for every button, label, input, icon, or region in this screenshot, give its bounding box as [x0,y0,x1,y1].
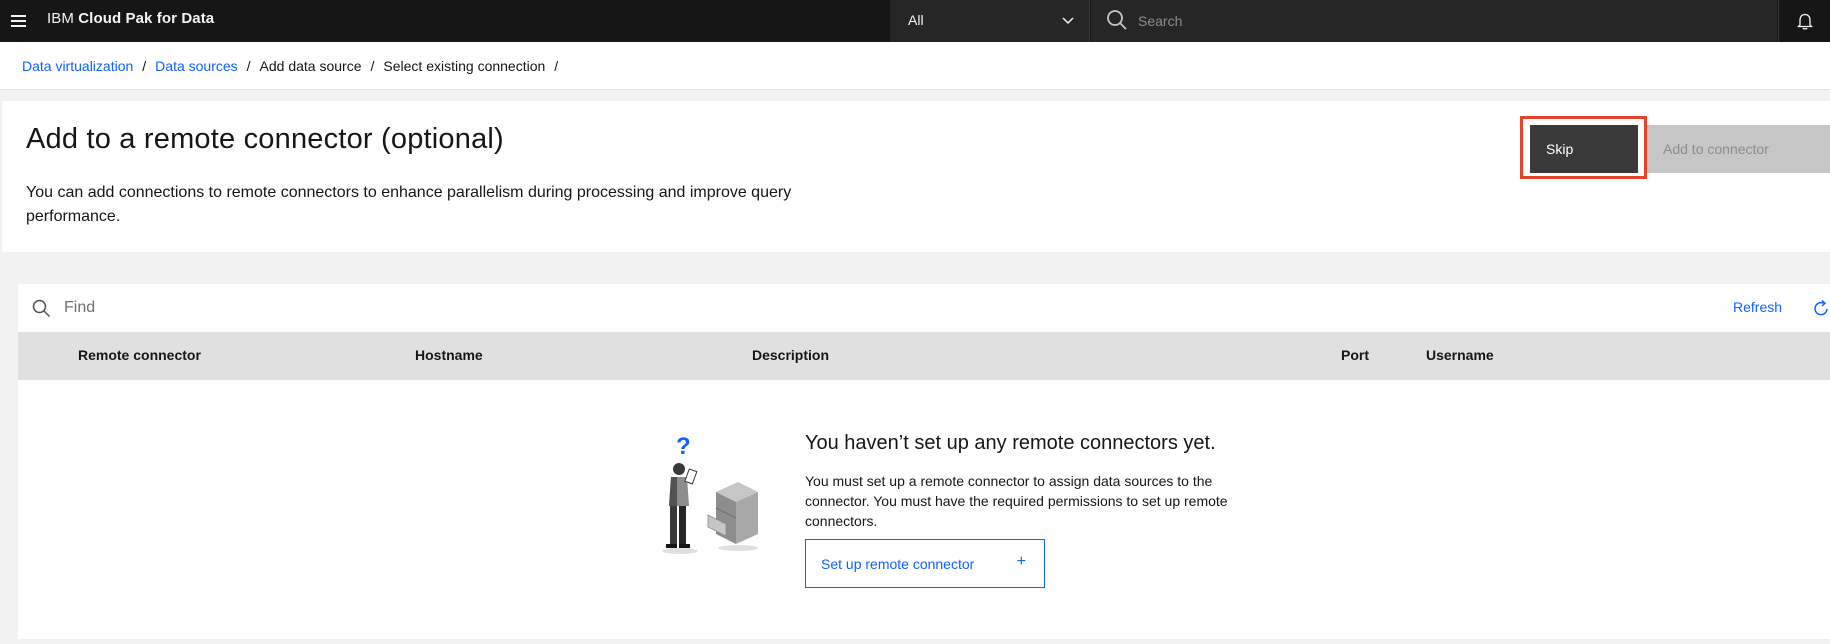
breadcrumb-separator: / [142,58,147,74]
menu-icon[interactable] [6,9,30,33]
bell-icon [1796,13,1813,30]
remote-connector-table: Refresh Remote connector Hostname Descri… [18,284,1830,639]
brand-prefix: IBM [47,10,74,27]
empty-state-body: You must set up a remote connector to as… [805,473,1228,529]
chevron-down-icon [1062,17,1074,25]
breadcrumb-select-existing-connection: Select existing connection [383,58,546,74]
breadcrumb-separator: / [370,58,375,74]
breadcrumb-bar: Data virtualization / Data sources / Add… [0,42,1830,90]
column-header-port[interactable]: Port [1341,347,1369,363]
search-icon [1107,10,1127,30]
top-navigation-bar: IBM Cloud Pak for Data All [0,0,1830,42]
column-header-remote-connector[interactable]: Remote connector [78,347,201,363]
search-input[interactable] [1138,8,1738,34]
empty-state: ? You haven’t set up any remote connecto… [18,380,1830,639]
refresh-icon[interactable] [1813,298,1830,318]
breadcrumb-data-virtualization[interactable]: Data virtualization [22,58,133,74]
search-scope-dropdown[interactable]: All [890,0,1090,42]
page-header: Add to a remote connector (optional) You… [2,101,1830,252]
breadcrumb-data-sources[interactable]: Data sources [155,58,237,74]
global-search [1091,0,1777,42]
notifications-button[interactable] [1778,0,1830,42]
page-title: Add to a remote connector (optional) [26,123,504,155]
add-icon: + [1016,553,1026,570]
brand-product: Cloud Pak for Data [78,10,215,27]
set-up-remote-connector-button[interactable]: Set up remote connector + [805,539,1045,588]
add-to-connector-button[interactable]: Add to connector [1647,125,1830,173]
breadcrumb-separator: / [246,58,251,74]
breadcrumb: Data virtualization / Data sources / Add… [22,58,567,74]
table-header: Remote connector Hostname Description Po… [18,332,1830,380]
find-input[interactable] [64,295,664,321]
breadcrumb-separator: / [554,58,559,74]
empty-state-title: You haven’t set up any remote connectors… [805,432,1216,454]
table-toolbar: Refresh [18,284,1830,332]
empty-state-illustration: ? [662,433,758,554]
column-header-hostname[interactable]: Hostname [415,347,483,363]
question-mark: ? [676,433,691,460]
scope-value: All [908,12,924,28]
breadcrumb-add-data-source: Add data source [259,58,362,74]
product-name[interactable]: IBM Cloud Pak for Data [47,10,214,27]
column-header-username[interactable]: Username [1426,347,1494,363]
search-icon [32,299,51,318]
page-description: You can add connections to remote connec… [26,184,792,225]
column-header-description[interactable]: Description [752,347,829,363]
set-up-remote-connector-label: Set up remote connector [821,555,975,572]
refresh-link[interactable]: Refresh [1733,299,1782,315]
skip-button[interactable]: Skip [1530,125,1638,173]
